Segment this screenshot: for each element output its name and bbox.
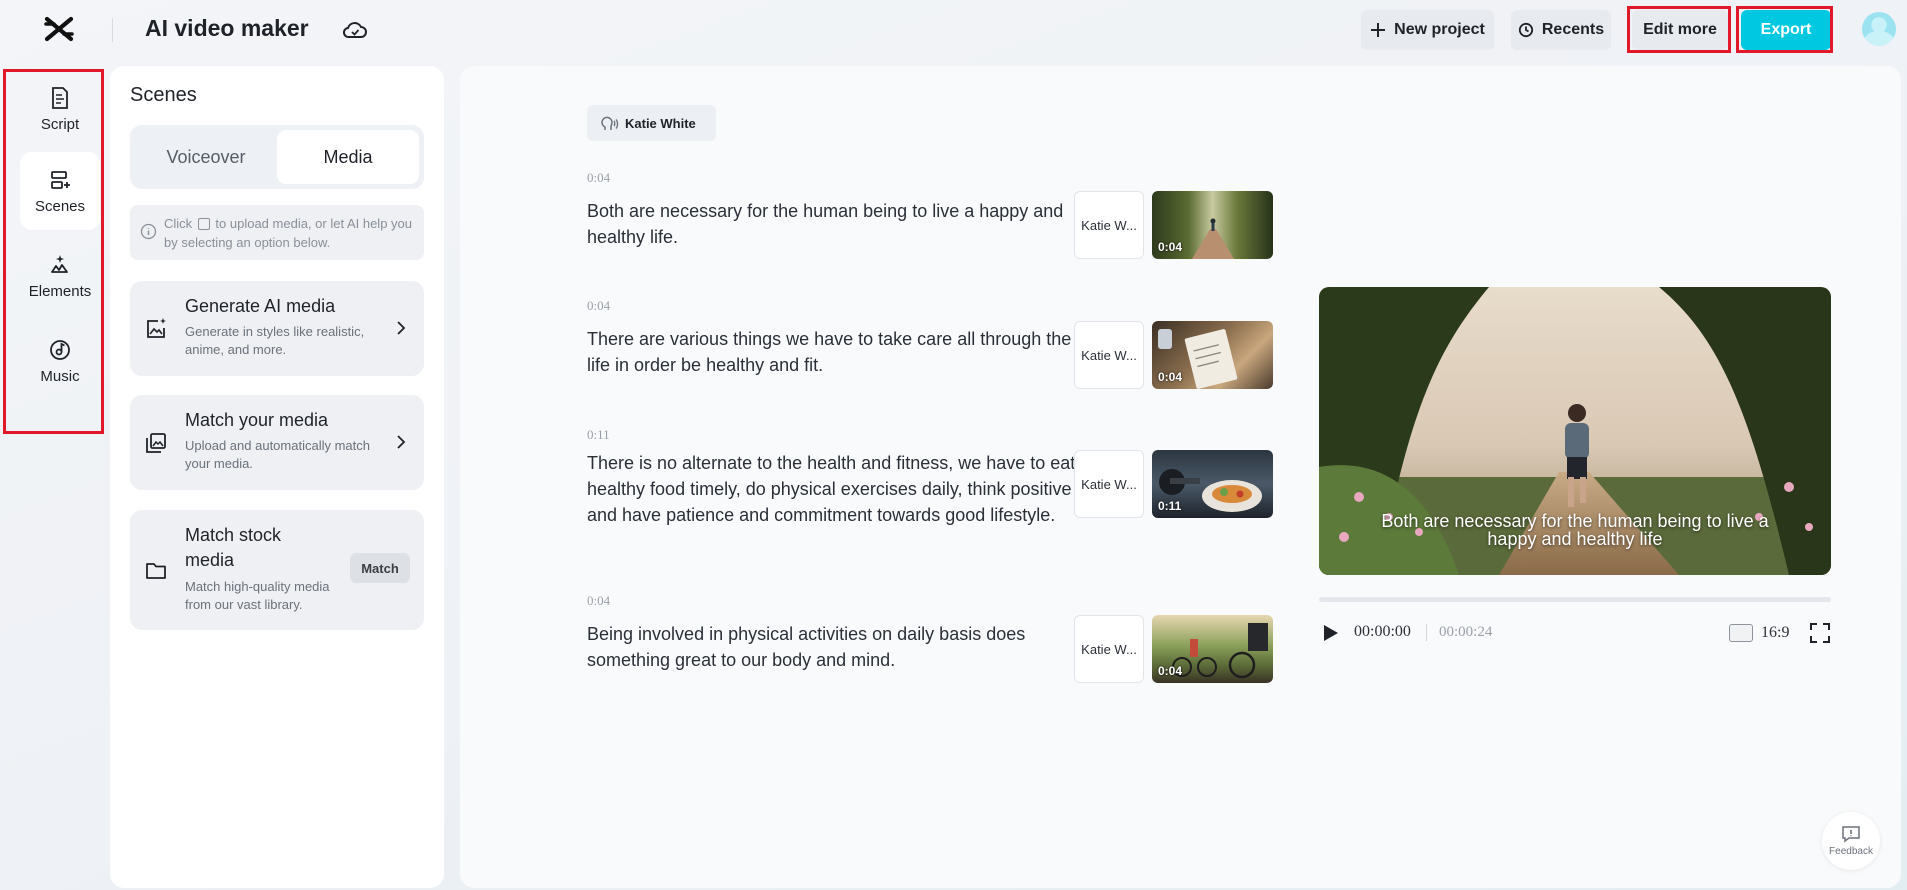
upload-icon[interactable]	[197, 218, 210, 230]
scenes-icon	[51, 170, 70, 189]
chevron-right-icon	[397, 321, 406, 335]
generate-ai-media-title: Generate AI media	[185, 296, 336, 316]
scene-thumbnail[interactable]: 0:04	[1152, 321, 1273, 389]
recents-label: Recents	[1541, 21, 1605, 38]
scenes-panel: Scenes Voiceover Media Click to upload m…	[110, 66, 444, 888]
tab-voiceover[interactable]: Voiceover	[135, 130, 277, 184]
scene-thumbnail[interactable]: 0:04	[1152, 191, 1273, 259]
current-time: 00:00:00	[1354, 623, 1411, 640]
capcut-logo-icon[interactable]	[44, 16, 74, 42]
rail-item-scenes[interactable]: Scenes	[20, 152, 100, 230]
scene-time: 0:11	[587, 427, 610, 442]
panel-tabs: Voiceover Media	[130, 125, 424, 189]
scene-time: 0:04	[587, 170, 611, 185]
script-icon	[52, 86, 68, 109]
aspect-ratio-icon	[1729, 624, 1753, 642]
top-bar: AI video maker New project Recents Edit …	[0, 0, 1907, 62]
aspect-ratio-button[interactable]: 16:9	[1729, 622, 1789, 644]
edit-more-label: Edit more	[1643, 21, 1717, 38]
cloud-sync-icon[interactable]	[342, 18, 368, 42]
panel-title: Scenes	[130, 84, 197, 106]
feedback-icon	[1842, 826, 1860, 843]
folder-icon	[146, 563, 166, 579]
time-divider	[1426, 624, 1427, 641]
scene-voice-button[interactable]: Katie W...	[1074, 615, 1144, 683]
rail-label-script: Script	[40, 115, 80, 133]
scene-time: 0:04	[587, 298, 611, 313]
scene-duration: 0:04	[1158, 664, 1183, 678]
fullscreen-icon[interactable]	[1809, 622, 1831, 644]
playback-progress-bar[interactable]	[1319, 597, 1831, 602]
scene-text[interactable]: There are various things we have to take…	[587, 326, 1077, 378]
preview-caption: Both are necessary for the human being t…	[1381, 511, 1769, 549]
new-project-button[interactable]: New project	[1361, 10, 1494, 50]
scene-thumbnail[interactable]: 0:04	[1152, 615, 1273, 683]
match-button[interactable]: Match	[350, 553, 410, 583]
tab-media[interactable]: Media	[277, 130, 419, 184]
video-preview[interactable]: Both are necessary for the human being t…	[1319, 287, 1831, 575]
gallery-icon	[146, 433, 166, 453]
export-button[interactable]: Export	[1741, 10, 1831, 50]
speaker-chip[interactable]: Katie White	[587, 105, 716, 141]
scene-duration: 0:04	[1158, 370, 1183, 384]
elements-icon	[51, 254, 68, 273]
scene-voice-button[interactable]: Katie W...	[1074, 450, 1144, 518]
generate-ai-media-desc: Generate in styles like realistic, anime…	[185, 324, 365, 357]
scene-thumbnail[interactable]: 0:11	[1152, 450, 1273, 518]
scene-duration: 0:04	[1158, 240, 1183, 254]
match-your-media-title: Match your media	[185, 410, 329, 430]
voice-head-icon	[601, 116, 619, 130]
upload-hint: Click to upload media, or let AI help yo…	[130, 205, 424, 260]
rail-label-elements: Elements	[28, 282, 92, 300]
plus-icon	[1371, 23, 1386, 37]
script-editor: Katie White 0:04 Both are necessary for …	[460, 66, 1901, 888]
new-project-label: New project	[1394, 21, 1485, 38]
feedback-label: Feedback	[1829, 846, 1873, 857]
play-icon[interactable]	[1320, 623, 1340, 643]
aspect-ratio-label: 16:9	[1761, 624, 1790, 641]
recents-button[interactable]: Recents	[1511, 10, 1611, 50]
export-label: Export	[1760, 21, 1812, 38]
rail-item-music[interactable]: Music	[20, 322, 100, 400]
scene-voice-button[interactable]: Katie W...	[1074, 191, 1144, 259]
scene-text[interactable]: Both are necessary for the human being t…	[587, 198, 1077, 250]
total-time: 00:00:24	[1439, 624, 1493, 640]
hint-text-start: Click	[164, 216, 193, 231]
music-icon	[50, 339, 70, 360]
scene-time: 0:04	[587, 593, 611, 608]
scene-duration: 0:11	[1158, 499, 1182, 513]
match-your-media-card[interactable]: Match your media Upload and automaticall…	[130, 395, 424, 490]
match-your-media-desc: Upload and automatically match your medi…	[185, 438, 370, 471]
scene-text[interactable]: There is no alternate to the health and …	[587, 450, 1077, 528]
logo-divider	[112, 18, 113, 42]
match-stock-media-desc: Match high-quality media from our vast l…	[185, 579, 330, 612]
edit-more-button[interactable]: Edit more	[1632, 10, 1728, 50]
chevron-right-icon	[397, 435, 406, 449]
scene-voice-button[interactable]: Katie W...	[1074, 321, 1144, 389]
speaker-name: Katie White	[625, 115, 696, 131]
feedback-button[interactable]: Feedback	[1822, 812, 1880, 870]
generate-ai-media-card[interactable]: Generate AI media Generate in styles lik…	[130, 281, 424, 376]
scene-text[interactable]: Being involved in physical activities on…	[587, 621, 1077, 673]
rail-label-music: Music	[40, 367, 80, 385]
ai-image-icon	[147, 318, 166, 338]
rail-item-elements[interactable]: Elements	[20, 237, 100, 315]
app-title: AI video maker	[145, 15, 309, 41]
match-stock-media-title: Match stock media	[185, 525, 282, 570]
info-icon	[140, 223, 157, 240]
clock-icon	[1518, 22, 1533, 38]
match-stock-media-card[interactable]: Match stock media Match high-quality med…	[130, 510, 424, 630]
avatar[interactable]	[1862, 12, 1896, 46]
rail-label-scenes: Scenes	[34, 197, 86, 215]
rail-item-script[interactable]: Script	[20, 70, 100, 148]
